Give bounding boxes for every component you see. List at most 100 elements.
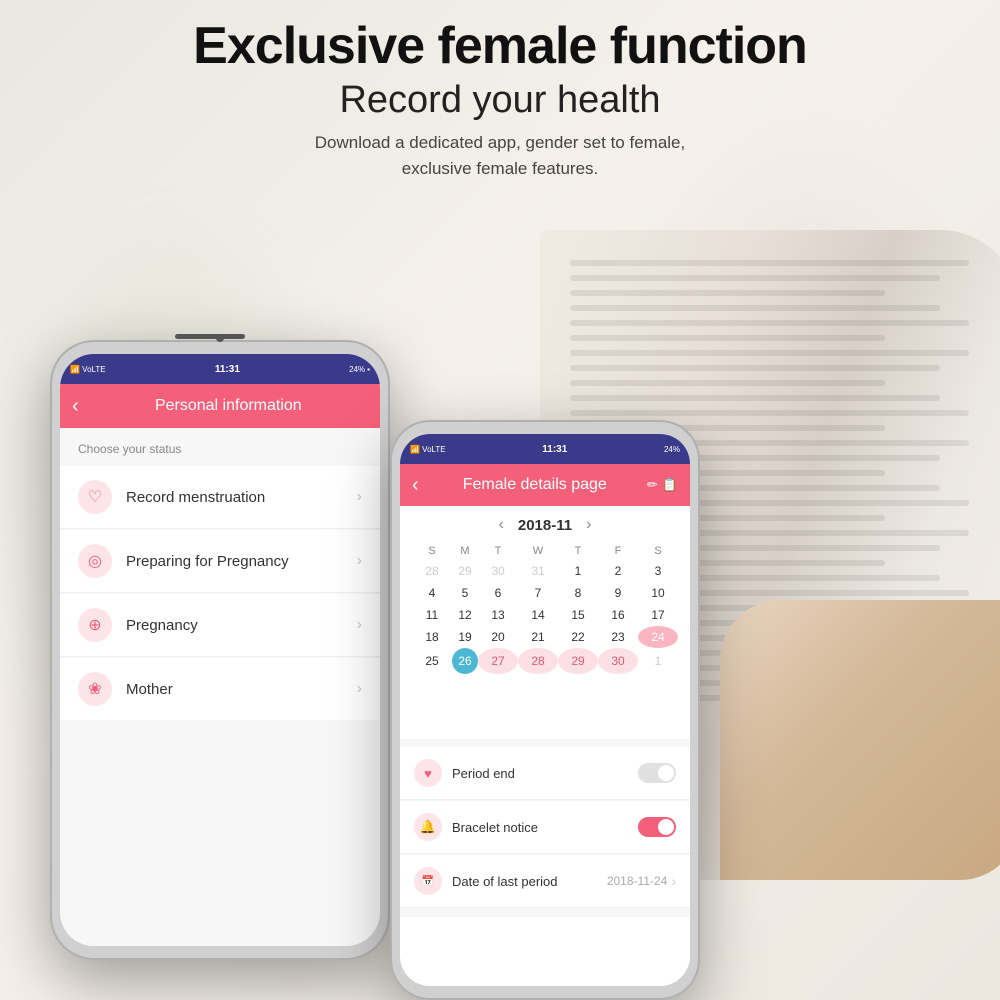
cal-day[interactable]: 18 bbox=[412, 626, 452, 648]
right-phone: 📶 VoLTE 11:31 24% ‹ Female details page … bbox=[390, 420, 700, 1000]
period-end-toggle[interactable] bbox=[638, 763, 676, 783]
cal-week-5: 25 26 27 28 29 30 1 bbox=[412, 648, 678, 674]
day-header-t1: T bbox=[478, 542, 518, 560]
cal-day[interactable]: 23 bbox=[598, 626, 638, 648]
menu-item-preparing-for-pregnancy[interactable]: Preparing for Pregnancy › bbox=[60, 530, 380, 593]
cal-day[interactable]: 1 bbox=[558, 560, 598, 582]
cal-day-27[interactable]: 27 bbox=[478, 648, 518, 674]
right-header-title: Female details page bbox=[429, 476, 641, 494]
menu-item-pregnancy[interactable]: Pregnancy › bbox=[60, 594, 380, 657]
cal-day-30[interactable]: 30 bbox=[598, 648, 638, 674]
cal-day[interactable]: 22 bbox=[558, 626, 598, 648]
choose-status-label: Choose your status bbox=[60, 442, 380, 456]
cal-day[interactable]: 30 bbox=[478, 560, 518, 582]
calendar-prev-button[interactable]: ‹ bbox=[485, 516, 518, 534]
period-end-icon bbox=[414, 759, 442, 787]
cal-day[interactable]: 4 bbox=[412, 582, 452, 604]
cal-day[interactable]: 9 bbox=[598, 582, 638, 604]
cal-day[interactable]: 31 bbox=[518, 560, 558, 582]
left-status-bar: 📶 VoLTE 11:31 24% ▪ bbox=[60, 354, 380, 384]
menu-item-record-menstruation[interactable]: Record menstruation › bbox=[60, 466, 380, 529]
page-title: Exclusive female function bbox=[0, 18, 1000, 75]
day-header-m: M bbox=[452, 542, 478, 560]
bracelet-notice-icon bbox=[414, 813, 442, 841]
mother-icon bbox=[78, 672, 112, 706]
cal-week-1: 28 29 30 31 1 2 3 bbox=[412, 560, 678, 582]
menu-label-record-menstruation: Record menstruation bbox=[126, 489, 357, 506]
page-subtitle: Record your health bbox=[0, 79, 1000, 122]
menu-label-preparing-for-pregnancy: Preparing for Pregnancy bbox=[126, 553, 357, 570]
cal-day[interactable]: 21 bbox=[518, 626, 558, 648]
calendar-icon[interactable]: 📋 bbox=[662, 477, 678, 493]
cal-day[interactable]: 25 bbox=[412, 648, 452, 674]
cal-day-28[interactable]: 28 bbox=[518, 648, 558, 674]
cal-day-today[interactable]: 26 bbox=[452, 648, 478, 674]
cal-day[interactable]: 13 bbox=[478, 604, 518, 626]
menu-label-pregnancy: Pregnancy bbox=[126, 617, 357, 634]
calendar-container: ‹ 2018-11 › S M T W T F S bbox=[400, 506, 690, 684]
cal-day[interactable]: 12 bbox=[452, 604, 478, 626]
calendar-month-label: 2018-11 bbox=[518, 517, 572, 534]
detail-item-period-end[interactable]: Period end bbox=[400, 747, 690, 800]
header: Exclusive female function Record your he… bbox=[0, 18, 1000, 181]
last-period-date-label: Date of last period bbox=[452, 874, 607, 889]
left-status-signal: 📶 VoLTE bbox=[70, 365, 106, 374]
cal-week-3: 11 12 13 14 15 16 17 bbox=[412, 604, 678, 626]
calendar-grid: S M T W T F S 28 29 30 bbox=[412, 542, 678, 674]
chevron-right-icon-2: › bbox=[357, 552, 362, 570]
menu-label-mother: Mother bbox=[126, 681, 357, 698]
cal-day[interactable]: 2 bbox=[598, 560, 638, 582]
cal-day[interactable]: 6 bbox=[478, 582, 518, 604]
cal-week-2: 4 5 6 7 8 9 10 bbox=[412, 582, 678, 604]
day-header-f: F bbox=[598, 542, 638, 560]
left-phone-body: 📶 VoLTE 11:31 24% ▪ ‹ Personal informati… bbox=[50, 340, 390, 960]
cal-day[interactable]: 28 bbox=[412, 560, 452, 582]
day-header-w: W bbox=[518, 542, 558, 560]
cal-day[interactable]: 11 bbox=[412, 604, 452, 626]
cal-day[interactable]: 20 bbox=[478, 626, 518, 648]
right-status-bar: 📶 VoLTE 11:31 24% bbox=[400, 434, 690, 464]
cal-day-29[interactable]: 29 bbox=[558, 648, 598, 674]
bracelet-notice-label: Bracelet notice bbox=[452, 820, 638, 835]
cal-day[interactable]: 15 bbox=[558, 604, 598, 626]
calendar-next-button[interactable]: › bbox=[572, 516, 605, 534]
cal-week-4: 18 19 20 21 22 23 24 bbox=[412, 626, 678, 648]
pregnancy-icon bbox=[78, 608, 112, 642]
edit-icon[interactable]: ✏ bbox=[647, 477, 658, 493]
cal-day[interactable]: 8 bbox=[558, 582, 598, 604]
bracelet-notice-toggle[interactable] bbox=[638, 817, 676, 837]
detail-item-last-period-date[interactable]: Date of last period 2018-11-24 › bbox=[400, 855, 690, 908]
left-status-time: 11:31 bbox=[215, 364, 240, 375]
menu-item-mother[interactable]: Mother › bbox=[60, 658, 380, 720]
cal-day[interactable]: 7 bbox=[518, 582, 558, 604]
right-status-battery: 24% bbox=[664, 445, 680, 454]
period-end-label: Period end bbox=[452, 766, 638, 781]
right-back-button[interactable]: ‹ bbox=[412, 474, 419, 497]
cal-day[interactable]: 29 bbox=[452, 560, 478, 582]
menstruation-icon bbox=[78, 480, 112, 514]
cal-day[interactable]: 5 bbox=[452, 582, 478, 604]
day-header-s2: S bbox=[638, 542, 678, 560]
cal-day[interactable]: 17 bbox=[638, 604, 678, 626]
detail-item-bracelet-notice[interactable]: Bracelet notice bbox=[400, 801, 690, 854]
cal-day[interactable]: 1 bbox=[638, 648, 678, 674]
cal-day[interactable]: 10 bbox=[638, 582, 678, 604]
left-status-battery: 24% ▪ bbox=[349, 365, 370, 374]
detail-items-container: Period end Bracelet notice Date of last … bbox=[400, 739, 690, 917]
last-period-date-icon bbox=[414, 867, 442, 895]
cal-day-24[interactable]: 24 bbox=[638, 626, 678, 648]
calendar-month-nav: ‹ 2018-11 › bbox=[412, 516, 678, 534]
cal-day[interactable]: 3 bbox=[638, 560, 678, 582]
chevron-right-icon-4: › bbox=[357, 680, 362, 698]
last-period-date-value: 2018-11-24 bbox=[607, 874, 668, 888]
chevron-right-icon-3: › bbox=[357, 616, 362, 634]
day-header-s1: S bbox=[412, 542, 452, 560]
right-header-bar: ‹ Female details page ✏ 📋 bbox=[400, 464, 690, 506]
right-phone-screen: 📶 VoLTE 11:31 24% ‹ Female details page … bbox=[400, 434, 690, 986]
speaker-bar bbox=[175, 334, 245, 339]
left-phone-content: Choose your status Record menstruation ›… bbox=[60, 428, 380, 946]
cal-day[interactable]: 14 bbox=[518, 604, 558, 626]
cal-day[interactable]: 19 bbox=[452, 626, 478, 648]
left-back-button[interactable]: ‹ bbox=[72, 395, 79, 418]
cal-day[interactable]: 16 bbox=[598, 604, 638, 626]
